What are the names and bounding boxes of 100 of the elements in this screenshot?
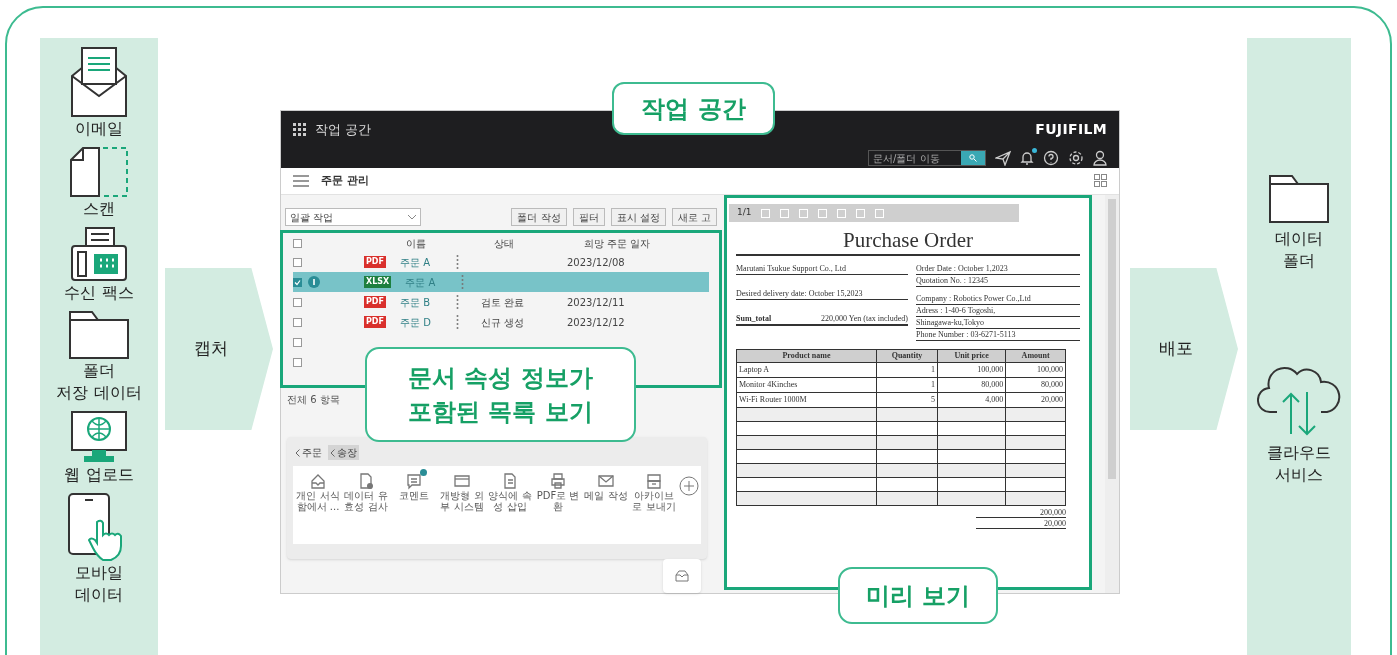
scrollbar[interactable]: [1108, 199, 1116, 479]
table-cell: 20,000: [1005, 392, 1066, 408]
total-amount: 20,000: [976, 518, 1066, 529]
notification-bell-icon[interactable]: [1020, 150, 1034, 166]
file-row[interactable]: PDF 주문 B 검토 완료 2023/12/11: [293, 292, 709, 312]
search-button[interactable]: [961, 151, 985, 165]
search-input[interactable]: 문서/폴더 이동: [869, 151, 961, 165]
document-field: Desired delivery date: October 15,2023: [736, 289, 908, 300]
source-label: 클라우드 서비스: [1267, 442, 1331, 486]
settings-icon[interactable]: [1068, 150, 1084, 166]
file-type-badge: XLSX: [364, 276, 392, 288]
table-cell: 1: [876, 362, 938, 378]
more-options-icon[interactable]: [461, 275, 465, 289]
status-cell: 검토 완료: [480, 296, 525, 308]
file-name-link[interactable]: 주문 A: [399, 256, 430, 268]
folder-icon: [1268, 174, 1330, 224]
send-icon[interactable]: [995, 150, 1011, 166]
document-field: Quotation No. : 12345: [916, 276, 1080, 287]
file-type-badge: PDF: [364, 316, 386, 328]
more-options-icon[interactable]: [455, 315, 459, 329]
help-icon[interactable]: [1043, 150, 1059, 166]
table-header: Unit price: [937, 349, 1006, 363]
toolbar-button[interactable]: 새로 고: [671, 208, 717, 226]
table-header: Quantity: [876, 349, 938, 363]
breadcrumb-tab[interactable]: 송장: [328, 445, 359, 460]
source-label: 모바일 데이터: [75, 562, 123, 606]
document-field: Company : Robotics Power Co.,Ltd: [916, 294, 1080, 305]
more-options-icon[interactable]: [455, 295, 459, 309]
row-checkbox[interactable]: [293, 257, 302, 267]
total-amount: 200,000: [976, 507, 1066, 518]
action-button[interactable]: 개인 서식 함에서 ...: [295, 472, 341, 512]
table-cell: Monitor 4Kinches: [736, 377, 877, 393]
bulk-action-dropdown[interactable]: 일괄 작업: [285, 208, 421, 226]
folder-icon: [68, 310, 130, 360]
document-scan-icon: [69, 146, 129, 198]
more-options-icon[interactable]: [455, 255, 459, 269]
action-button[interactable]: 메일 작성: [583, 472, 629, 501]
table-cell: 80,000: [1005, 377, 1066, 393]
file-type-badge: PDF: [364, 296, 386, 308]
action-button[interactable]: 아카이브로 보내기: [631, 472, 677, 512]
fax-machine-icon: [70, 226, 128, 282]
date-cell-text: 2023/12/11: [566, 295, 625, 310]
row-checkbox[interactable]: [293, 277, 302, 287]
toolbar-button[interactable]: 표시 설정: [610, 208, 666, 226]
table-cell: 80,000: [937, 377, 1006, 393]
file-name-link[interactable]: 주문 D: [399, 316, 431, 328]
item-count: 전체 6 항목: [287, 393, 341, 407]
table-header: Product name: [736, 349, 877, 363]
action-button[interactable]: 양식에 속성 삽입: [487, 472, 533, 512]
action-button[interactable]: PDF로 변환: [535, 472, 581, 512]
row-checkbox[interactable]: [293, 297, 302, 307]
callout-label: 문서 속성 정보가 포함된 목록 보기: [365, 347, 636, 442]
document-field: Adress : 1-40-6 Togoshi,: [916, 306, 1080, 317]
document-field: Marutani Tsukue Support Co., Ltd: [736, 264, 908, 275]
chevron-down-icon: [408, 214, 416, 220]
column-header[interactable]: 희망 주문 일자: [584, 236, 651, 251]
menu-icon[interactable]: [293, 174, 309, 187]
page-title: 주문 관리: [321, 172, 369, 189]
page-indicator: 1/1: [737, 206, 752, 220]
inbox-button[interactable]: [663, 559, 701, 593]
source-label: 웹 업로드: [64, 464, 134, 486]
file-row[interactable]: XLSX 주문 A: [293, 272, 709, 292]
source-label: 스캔: [83, 198, 115, 220]
source-label: 수신 팩스: [64, 282, 134, 304]
toolbar-button[interactable]: 폴더 작성: [511, 208, 567, 226]
date-cell-text: 2023/12/12: [566, 315, 625, 330]
user-icon[interactable]: [1093, 150, 1107, 166]
row-checkbox[interactable]: [293, 317, 302, 327]
action-button[interactable]: 코멘트: [391, 472, 437, 501]
add-icon[interactable]: [679, 476, 699, 496]
action-button[interactable]: 개방형 외부 시스템: [439, 472, 485, 512]
file-type-badge: PDF: [364, 256, 386, 268]
search-icon: [969, 154, 977, 162]
file-row[interactable]: PDF 주문 A 2023/12/08: [293, 252, 709, 272]
printer-icon: [549, 472, 567, 490]
column-header[interactable]: 상태: [494, 236, 584, 251]
comment-icon: [405, 472, 423, 490]
breadcrumb-tab[interactable]: 주문: [293, 445, 324, 460]
table-cell: Laptop A: [736, 362, 877, 378]
select-all-checkbox[interactable]: [293, 239, 302, 248]
search-field[interactable]: 문서/폴더 이동: [868, 150, 986, 166]
layout-grid-icon[interactable]: [1094, 174, 1107, 188]
file-row[interactable]: PDF 주문 D 신규 생성 2023/12/12: [293, 312, 709, 332]
file-name-link[interactable]: 주문 B: [399, 296, 430, 308]
column-header[interactable]: 이름: [406, 236, 494, 251]
chevron-left-icon: [295, 448, 300, 457]
document-field: Order Date : October 1,2023: [916, 264, 1080, 275]
action-button[interactable]: 데이터 유효성 검사: [343, 472, 389, 512]
source-label: 폴더 저장 데이터: [56, 360, 142, 404]
globe-monitor-icon: [70, 410, 128, 464]
source-label: 데이터 폴더: [1275, 228, 1323, 272]
status-cell: 신규 생성: [480, 316, 525, 328]
archive-icon: [645, 472, 663, 490]
table-header: Amount: [1005, 349, 1066, 363]
row-checkbox[interactable]: [293, 357, 302, 367]
table-cell: 100,000: [937, 362, 1006, 378]
toolbar-button[interactable]: 필터: [572, 208, 605, 226]
row-checkbox[interactable]: [293, 337, 302, 347]
brand-logo: FUJIFILM: [1035, 120, 1107, 139]
table-cell: 5: [876, 392, 938, 408]
